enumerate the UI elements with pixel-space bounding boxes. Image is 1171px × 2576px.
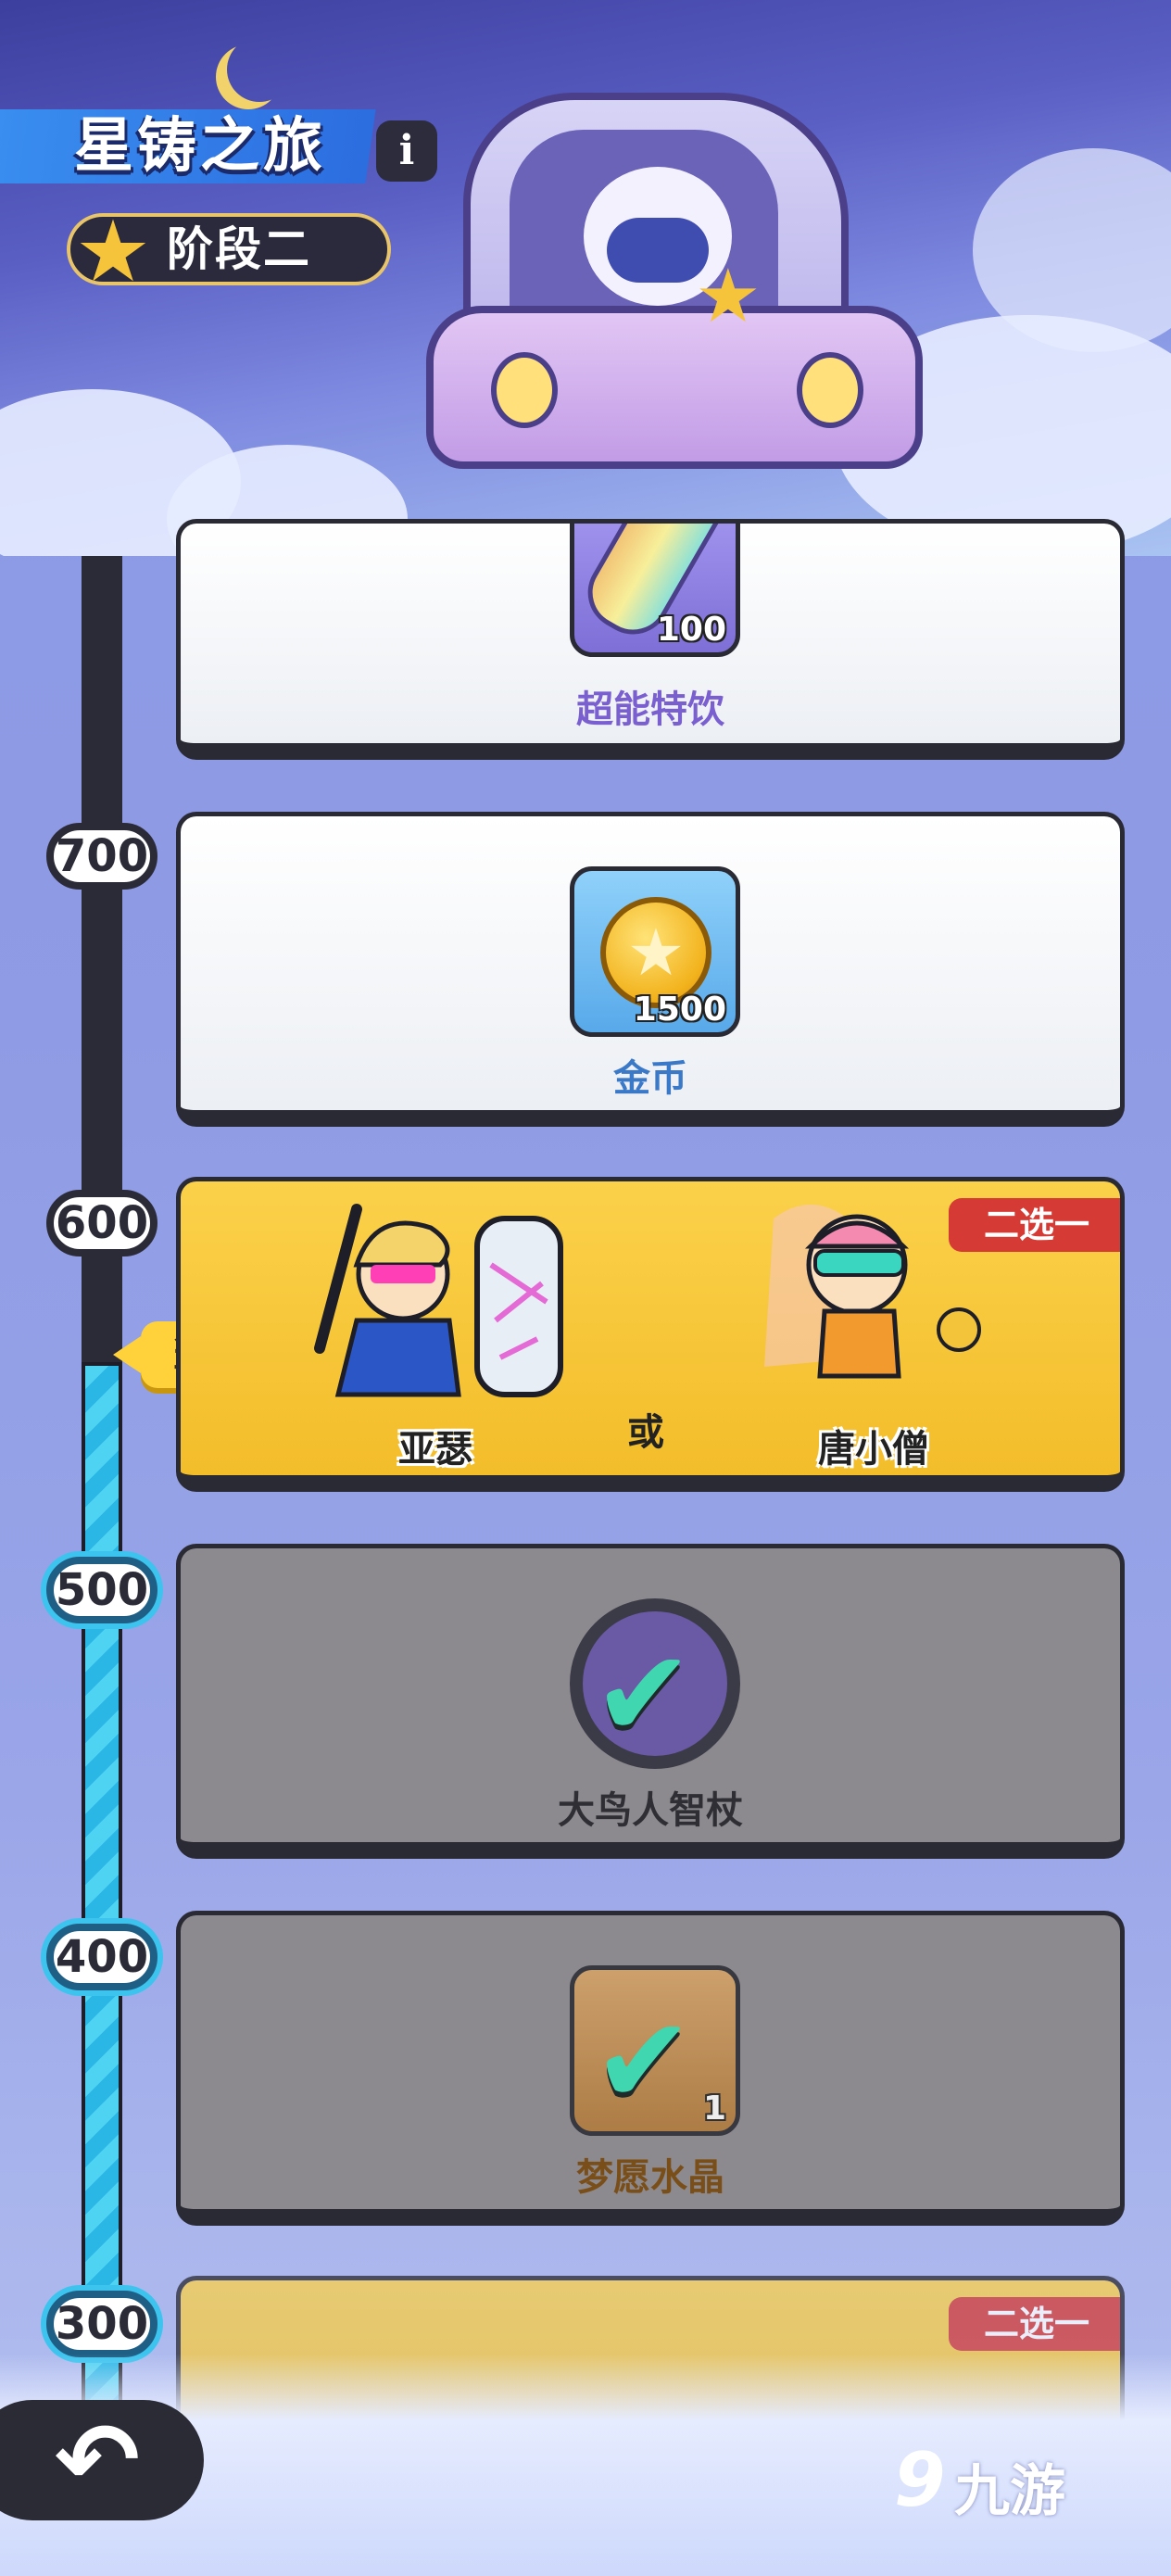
page-title: 星铸之旅 — [74, 112, 326, 181]
reward-item-drink: 100 — [570, 524, 740, 657]
car-illustration: ★ — [426, 74, 923, 469]
reward-name: 超能特饮 — [576, 688, 724, 731]
milestone-300: 300 — [46, 2291, 157, 2357]
info-icon[interactable]: i — [376, 120, 437, 182]
reward-name: 金币 — [613, 1057, 687, 1100]
reward-card-staff[interactable]: ✔ 大鸟人智杖 — [176, 1544, 1125, 1859]
watermark-text: 九游 — [954, 2459, 1065, 2524]
reward-card-crystal[interactable]: 1 ✔ 梦愿水晶 — [176, 1911, 1125, 2226]
reward-name: 梦愿水晶 — [576, 2156, 724, 2199]
reward-card-drink[interactable]: 100 超能特饮 — [176, 519, 1125, 760]
reward-name: 大鸟人智杖 — [558, 1789, 743, 1832]
reward-item-coin: ★ 1500 — [570, 866, 740, 1037]
reward-card-coin[interactable]: ★ 1500 金币 — [176, 812, 1125, 1127]
milestone-700: 700 — [46, 823, 157, 890]
reward-qty: 1500 — [633, 991, 726, 1029]
star-icon: ★ — [74, 202, 152, 301]
watermark-logo: 9 — [894, 2437, 946, 2523]
stage-badge: ★ 阶段二 — [67, 206, 391, 298]
star-icon: ★ — [695, 253, 762, 339]
milestone-500: 500 — [46, 1557, 157, 1623]
choice-badge: 二选一 — [949, 2297, 1120, 2351]
milestone-400: 400 — [46, 1924, 157, 1990]
check-icon: ✔ — [593, 1623, 694, 1764]
stage-label: 阶段二 — [167, 222, 311, 276]
progress-fill — [82, 1362, 122, 2409]
moon-icon — [227, 37, 292, 102]
reward-qty: 100 — [656, 611, 726, 649]
reward-card-hero-choice[interactable]: 二选一 亚瑟 或 唐小僧 — [176, 1177, 1125, 1492]
check-icon: ✔ — [593, 1990, 694, 2131]
or-label: 或 — [627, 1411, 664, 1454]
hero-option-a-name: 亚瑟 — [398, 1428, 472, 1471]
back-arrow-icon[interactable]: ↶ — [37, 2400, 157, 2520]
header-banner: ★ 星铸之旅 i ★ 阶段二 — [0, 0, 1171, 556]
hero-arthur-illustration — [314, 1204, 563, 1397]
hero-tangxiaoseng-illustration — [764, 1205, 981, 1379]
reward-qty: 1 — [702, 2090, 726, 2128]
milestone-600: 600 — [46, 1190, 157, 1256]
hero-option-b-name: 唐小僧 — [818, 1428, 929, 1471]
